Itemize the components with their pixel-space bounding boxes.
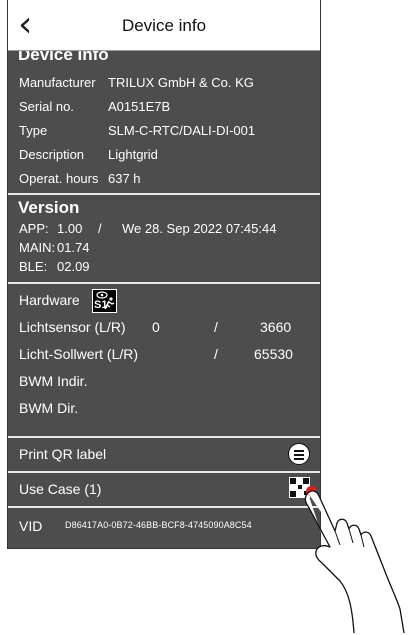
lichtsensor-right-value: 3660: [260, 319, 292, 335]
device-info-list: Manufacturer TRILUX GmbH & Co. KG Serial…: [8, 71, 320, 191]
printer-icon[interactable]: [288, 443, 310, 465]
use-case-label: Use Case (1): [19, 481, 102, 497]
info-row-serial: Serial no. A0151E7B: [8, 95, 320, 119]
ble-label: BLE:: [19, 259, 48, 274]
pointing-hand-icon: [304, 490, 405, 634]
lichtsensor-separator: /: [214, 319, 218, 335]
print-qr-label: Print QR label: [19, 446, 107, 462]
info-row-manufacturer: Manufacturer TRILUX GmbH & Co. KG: [8, 71, 320, 95]
device-info-screen: ‹ Device info Device Info Manufacturer T…: [7, 0, 321, 549]
info-key: Operat. hours: [19, 171, 99, 186]
sollwert-separator: /: [214, 346, 218, 362]
device-info-section-header: Device Info: [8, 51, 320, 71]
lichtsensor-left-value: 0: [152, 319, 160, 335]
info-value: Lightgrid: [108, 147, 158, 162]
hardware-header-row: Hardware S1: [8, 287, 320, 314]
vid-row: VID D86417A0-0B72-46BB-BCF8-4745090A8C54: [8, 506, 320, 544]
section-title-device-info: Device Info: [18, 51, 109, 64]
nav-header: ‹ Device info: [8, 0, 320, 51]
version-section: Version APP: 1.00 / We 28. Sep 2022 07:4…: [8, 195, 320, 277]
app-separator: /: [98, 221, 102, 236]
sensor-badge: S1: [92, 289, 117, 313]
bwm-indir-row: BWM Indir.: [8, 368, 320, 395]
info-key: Description: [19, 147, 85, 162]
app-version: 1.00: [57, 221, 83, 236]
info-row-type: Type SLM-C-RTC/DALI-DI-001: [8, 119, 320, 143]
running-person-icon: [104, 297, 115, 310]
info-value: TRILUX GmbH & Co. KG: [108, 75, 254, 90]
info-value: 637 h: [108, 171, 141, 186]
hardware-label: Hardware: [19, 292, 80, 308]
main-version: 01.74: [57, 240, 90, 255]
use-case-row[interactable]: Use Case (1): [8, 471, 320, 506]
vid-label: VID: [19, 518, 43, 534]
info-value: SLM-C-RTC/DALI-DI-001: [108, 123, 256, 138]
version-ble-row: BLE: 02.09: [8, 258, 320, 277]
lichtsensor-row: Lichtsensor (L/R) 0 / 3660: [8, 314, 320, 341]
vid-value: D86417A0-0B72-46BB-BCF8-4745090A8C54: [65, 520, 252, 530]
info-value: A0151E7B: [108, 99, 171, 114]
print-qr-label-row[interactable]: Print QR label: [8, 436, 320, 471]
sollwert-right-value: 65530: [254, 346, 293, 362]
section-title-version: Version: [18, 198, 80, 217]
sollwert-row: Licht-Sollwert (L/R) / 65530: [8, 341, 320, 368]
info-key: Manufacturer: [19, 75, 96, 90]
ble-version: 02.09: [57, 259, 90, 274]
lichtsensor-label: Lichtsensor (L/R): [19, 319, 126, 335]
version-main-row: MAIN: 01.74: [8, 239, 320, 258]
page-title: Device info: [121, 16, 207, 35]
bwm-dir-row: BWM Dir.: [8, 395, 320, 427]
info-row-operating-hours: Operat. hours 637 h: [8, 167, 320, 191]
info-row-description: Description Lightgrid: [8, 143, 320, 167]
sollwert-label: Licht-Sollwert (L/R): [19, 346, 139, 362]
version-app-row: APP: 1.00 / We 28. Sep 2022 07:45:44: [8, 220, 320, 239]
bwm-dir-label: BWM Dir.: [19, 400, 79, 416]
hardware-section: Hardware S1 Lichtsensor (L/R) 0 / 3660 L…: [8, 284, 320, 427]
app-build-date: We 28. Sep 2022 07:45:44: [122, 221, 277, 236]
main-label: MAIN:: [19, 240, 56, 255]
app-label: APP:: [19, 221, 49, 236]
info-key: Type: [19, 123, 48, 138]
bwm-indir-label: BWM Indir.: [19, 373, 88, 389]
info-key: Serial no.: [19, 99, 74, 114]
content-area[interactable]: Device Info Manufacturer TRILUX GmbH & C…: [8, 51, 320, 544]
